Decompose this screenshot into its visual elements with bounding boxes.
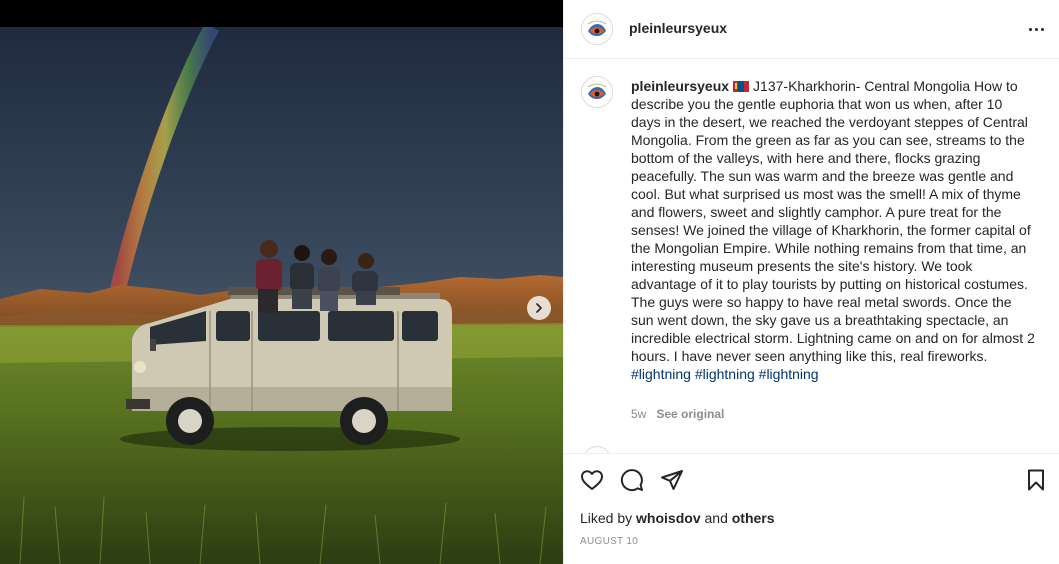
more-options-dot (1034, 27, 1038, 31)
post-date[interactable]: AUGUST 10 (580, 536, 638, 547)
hashtag-link[interactable]: #lightning (759, 366, 819, 382)
caption-meta: 5w See original (631, 407, 724, 421)
mongolia-flag-icon (733, 81, 750, 92)
comment-icon (620, 469, 643, 492)
share-button[interactable] (660, 468, 686, 494)
post-caption: pleinleursyeux J137-Kharkhorin- Central M… (631, 77, 1035, 383)
post-actions: Liked by whoisdov and others AUGUST 10 (564, 453, 1059, 564)
avatar[interactable] (581, 13, 613, 45)
save-button[interactable] (1024, 468, 1050, 494)
like-button[interactable] (580, 468, 606, 494)
caption-avatar[interactable] (581, 76, 613, 108)
liked-by-prefix: Liked by (580, 510, 633, 526)
bookmark-icon (1028, 469, 1044, 491)
post-details-panel: pleinleursyeux pleinleursyeux J137-Kharkh… (563, 0, 1059, 564)
caption-text: J137-Kharkhorin- Central Mongolia How to… (631, 78, 1035, 364)
header-username[interactable]: pleinleursyeux (629, 20, 727, 36)
steppe-rainbow-van-image (0, 27, 563, 564)
heart-icon (581, 470, 603, 490)
hashtag-link[interactable]: #lightning (695, 366, 755, 382)
liked-by-user-link[interactable]: whoisdov (636, 510, 701, 526)
more-options-button[interactable] (1026, 19, 1046, 39)
next-slide-button[interactable] (527, 296, 551, 320)
chevron-right-icon (536, 303, 542, 313)
more-options-dot (1040, 27, 1044, 31)
caption-username[interactable]: pleinleursyeux (631, 78, 729, 94)
post-media (0, 0, 563, 564)
media-letterbox (0, 0, 563, 27)
post-header: pleinleursyeux (564, 0, 1059, 59)
liked-by-others-link[interactable]: others (732, 510, 775, 526)
comment-button[interactable] (620, 468, 646, 494)
see-original-button[interactable]: See original (656, 407, 724, 421)
more-options-icon (1028, 27, 1032, 31)
hashtag-link[interactable]: #lightning (631, 366, 691, 382)
profile-logo-icon (582, 14, 612, 44)
liked-by: Liked by whoisdov and others (580, 510, 775, 526)
liked-by-and: and (704, 510, 728, 526)
paper-plane-icon (661, 470, 683, 490)
comments-section: pleinleursyeux J137-Kharkhorin- Central M… (564, 60, 1059, 453)
post-age: 5w (631, 407, 647, 421)
profile-logo-icon (582, 77, 612, 107)
next-comment-avatar (583, 446, 611, 453)
post-photo[interactable] (0, 27, 563, 564)
